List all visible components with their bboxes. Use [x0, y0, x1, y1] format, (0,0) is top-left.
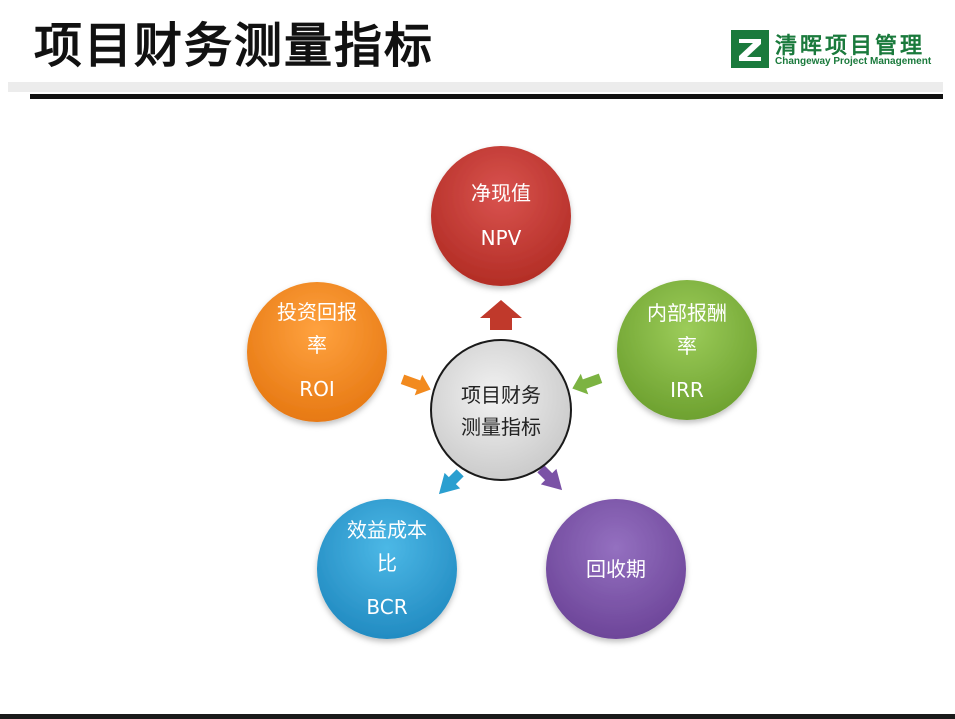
node-npv-abbr: NPV — [481, 226, 522, 250]
node-bcr-label-line1: 效益成本 — [347, 518, 427, 542]
node-payback-label: 回收期 — [586, 557, 646, 581]
node-roi-label-line1: 投资回报 — [277, 300, 357, 324]
node-irr-abbr: IRR — [670, 378, 704, 402]
node-bcr-label-line2: 比 — [377, 551, 397, 575]
arrow-to-irr-icon — [572, 373, 603, 395]
node-roi-label-line2: 率 — [307, 333, 327, 357]
node-irr-label-line1: 内部报酬 — [647, 301, 727, 325]
node-npv — [431, 146, 571, 286]
node-irr-label-line2: 率 — [677, 334, 697, 358]
node-roi-abbr: ROI — [299, 377, 335, 401]
node-bcr-abbr: BCR — [366, 595, 407, 619]
center-label-line1: 项目财务 — [461, 383, 541, 407]
arrow-to-npv-icon — [480, 300, 522, 330]
metrics-diagram: 项目财务 测量指标 净现值 NPV 内部报酬 率 IRR 回收期 效益成本 比 … — [247, 146, 757, 639]
node-npv-label: 净现值 — [471, 181, 531, 205]
center-node: 项目财务 测量指标 — [430, 339, 572, 481]
footer-divider — [0, 714, 955, 719]
arrow-to-roi-icon — [400, 374, 431, 396]
center-label-line2: 测量指标 — [461, 415, 541, 439]
arrow-to-bcr-icon — [438, 469, 464, 495]
